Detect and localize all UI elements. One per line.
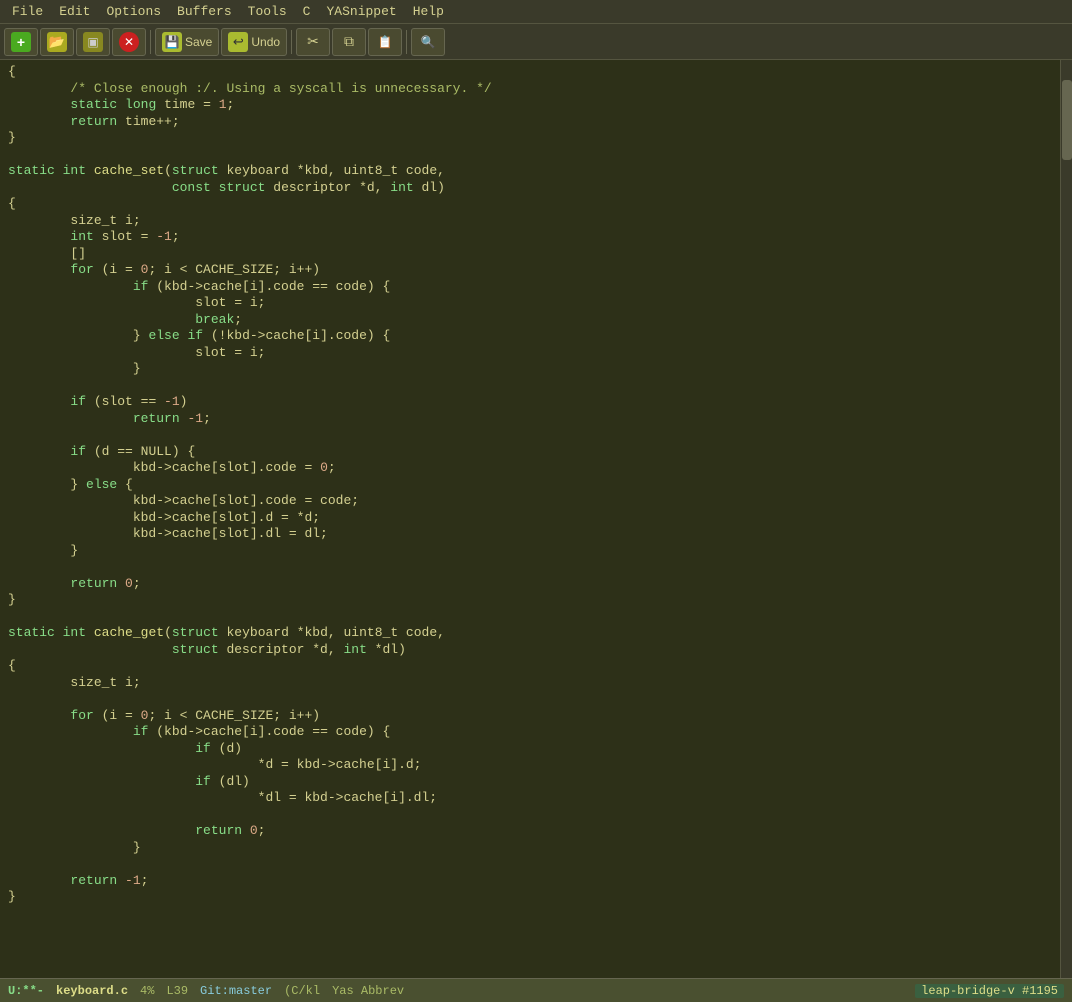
status-percent: 4% bbox=[140, 984, 154, 998]
status-git: Git:master bbox=[200, 984, 272, 998]
status-filename: keyboard.c bbox=[56, 984, 128, 998]
new-file-icon bbox=[11, 32, 31, 52]
save-label: Save bbox=[185, 35, 212, 49]
toolbar-separator-1 bbox=[150, 30, 151, 54]
search-button[interactable] bbox=[411, 28, 445, 56]
copy-button[interactable] bbox=[332, 28, 366, 56]
code-display: { /* Close enough :/. Using a syscall is… bbox=[0, 64, 1060, 906]
status-abbrev: Yas Abbrev bbox=[332, 984, 404, 998]
save-disk-button[interactable]: Save bbox=[155, 28, 219, 56]
status-mode: U:**- bbox=[8, 984, 44, 998]
statusbar: U:**- keyboard.c 4% L39 Git:master (C/kl… bbox=[0, 978, 1072, 1002]
cut-button[interactable] bbox=[296, 28, 330, 56]
scrollbar[interactable] bbox=[1060, 60, 1072, 978]
menu-yasnippet[interactable]: YASnippet bbox=[318, 2, 404, 21]
code-area[interactable]: { /* Close enough :/. Using a syscall is… bbox=[0, 60, 1060, 978]
undo-icon bbox=[228, 32, 248, 52]
menu-file[interactable]: File bbox=[4, 2, 51, 21]
cut-icon bbox=[303, 32, 323, 52]
editor-container: { /* Close enough :/. Using a syscall is… bbox=[0, 60, 1072, 978]
status-line: L39 bbox=[166, 984, 188, 998]
paste-button[interactable] bbox=[368, 28, 402, 56]
toolbar: Save Undo bbox=[0, 24, 1072, 60]
menu-buffers[interactable]: Buffers bbox=[169, 2, 240, 21]
scrollbar-thumb[interactable] bbox=[1062, 80, 1072, 160]
menu-c[interactable]: C bbox=[295, 2, 319, 21]
copy-icon bbox=[339, 32, 359, 52]
menu-help[interactable]: Help bbox=[405, 2, 452, 21]
menubar: File Edit Options Buffers Tools C YASnip… bbox=[0, 0, 1072, 24]
undo-label: Undo bbox=[251, 35, 280, 49]
toolbar-separator-2 bbox=[291, 30, 292, 54]
paste-icon bbox=[375, 32, 395, 52]
save-disk-icon bbox=[162, 32, 182, 52]
close-button[interactable] bbox=[112, 28, 146, 56]
status-encoding: (C/kl bbox=[284, 984, 320, 998]
menu-options[interactable]: Options bbox=[98, 2, 169, 21]
menu-tools[interactable]: Tools bbox=[240, 2, 295, 21]
save-file-icon bbox=[83, 32, 103, 52]
open-file-icon bbox=[47, 32, 67, 52]
save-file-button[interactable] bbox=[76, 28, 110, 56]
status-tail: leap-bridge-v #1195 bbox=[915, 984, 1064, 998]
new-file-button[interactable] bbox=[4, 28, 38, 56]
menu-edit[interactable]: Edit bbox=[51, 2, 98, 21]
open-file-button[interactable] bbox=[40, 28, 74, 56]
search-icon bbox=[418, 32, 438, 52]
undo-button[interactable]: Undo bbox=[221, 28, 287, 56]
toolbar-separator-3 bbox=[406, 30, 407, 54]
close-icon bbox=[119, 32, 139, 52]
